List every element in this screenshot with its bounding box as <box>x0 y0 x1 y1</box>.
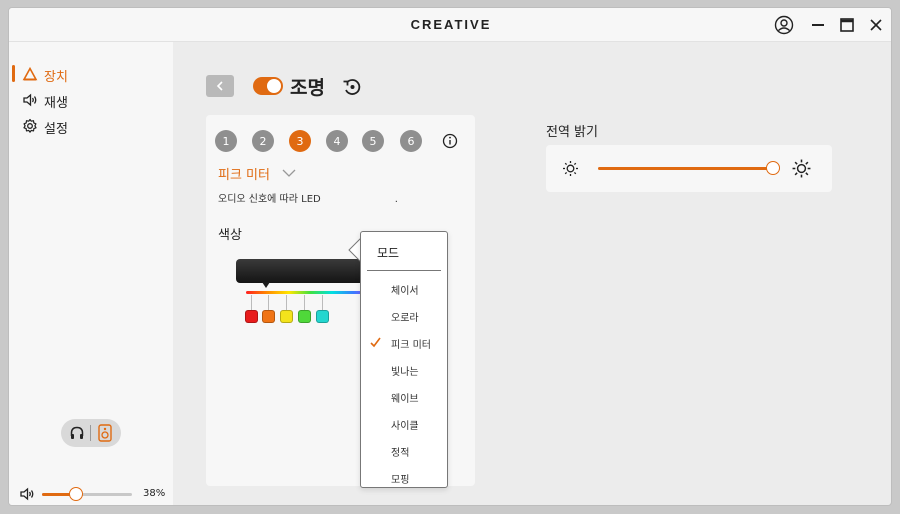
soundbar-pointer <box>262 282 270 288</box>
dropdown-option-label: 체이서 <box>391 286 419 297</box>
headphones-icon <box>70 426 84 439</box>
volume-slider-track[interactable] <box>42 493 132 496</box>
zone-button-2[interactable]: 2 <box>252 130 274 152</box>
sun-large-icon <box>792 159 811 178</box>
mode-description-tail: . <box>394 194 398 205</box>
gear-icon <box>23 118 37 133</box>
mode-select[interactable]: 피크 미터 <box>218 164 270 183</box>
chevron-left-icon <box>216 81 223 91</box>
color-swatch[interactable] <box>316 310 329 323</box>
sidebar-item-settings[interactable]: 설정 <box>9 115 173 137</box>
dropdown-option[interactable]: 빛나는 <box>361 359 447 381</box>
sidebar-item-label: 장치 <box>44 70 68 85</box>
brightness-card <box>546 145 832 192</box>
dropdown-header: 모드 <box>377 246 400 260</box>
mode-description-text: 오디오 신호에 따라 LED <box>218 194 321 205</box>
color-swatch[interactable] <box>298 310 311 323</box>
dropdown-option[interactable]: 사이클 <box>361 413 447 435</box>
close-icon <box>870 19 882 31</box>
swatch-stem <box>286 295 287 310</box>
dropdown-option-label: 모핑 <box>391 475 410 486</box>
minimize-button[interactable] <box>807 14 829 36</box>
zone-button-1[interactable]: 1 <box>215 130 237 152</box>
dropdown-option[interactable]: 모핑 <box>361 467 447 489</box>
main-content: 조명 1 2 3 4 5 6 피크 미터 오디오 신호에 따라 LED. 색상 … <box>173 42 891 505</box>
dropdown-option[interactable]: 정적 <box>361 440 447 462</box>
page-title: 조명 <box>290 77 325 99</box>
volume-icon <box>20 487 34 501</box>
color-swatch[interactable] <box>245 310 258 323</box>
dropdown-option-label: 정적 <box>391 448 410 459</box>
swatch-stem <box>304 295 305 310</box>
dropdown-option[interactable]: 웨이브 <box>361 386 447 408</box>
user-icon <box>774 15 794 35</box>
maximize-icon <box>840 18 854 32</box>
lighting-panel: 1 2 3 4 5 6 피크 미터 오디오 신호에 따라 LED. 색상 모드 … <box>206 115 475 488</box>
brightness-label: 전역 밝기 <box>546 125 598 140</box>
volume-value: 38% <box>143 488 166 499</box>
sun-small-icon <box>563 161 578 176</box>
mode-description: 오디오 신호에 따라 LED. <box>218 190 398 205</box>
reset-icon[interactable] <box>341 76 363 98</box>
swatch-stem <box>322 295 323 310</box>
title-bar: CREATIVE <box>9 8 891 42</box>
dropdown-option[interactable]: 오로라 <box>361 305 447 327</box>
dropdown-option-label: 오로라 <box>391 313 419 324</box>
mode-dropdown: 모드 체이서오로라피크 미터빛나는웨이브사이클정적모핑 <box>360 231 448 488</box>
back-button[interactable] <box>206 75 234 97</box>
minimize-icon <box>812 24 824 26</box>
sidebar: 장치 재생 설정 38% <box>9 42 173 505</box>
color-swatch[interactable] <box>262 310 275 323</box>
color-swatch[interactable] <box>280 310 293 323</box>
color-heading: 색상 <box>218 228 242 243</box>
app-window: CREATIVE 장치 재생 설정 38% 조명 1 2 3 4 5 6 피크 … <box>8 7 892 506</box>
dropdown-option-label: 피크 미터 <box>391 340 431 351</box>
sidebar-item-device[interactable]: 장치 <box>9 63 173 85</box>
sidebar-item-playback[interactable]: 재생 <box>9 89 173 111</box>
sidebar-item-label: 재생 <box>44 96 68 111</box>
info-icon[interactable] <box>441 132 459 150</box>
dropdown-option[interactable]: 피크 미터 <box>361 332 447 354</box>
sidebar-item-label: 설정 <box>44 122 68 137</box>
master-volume: 38% <box>9 482 173 505</box>
chevron-down-icon[interactable] <box>282 168 296 178</box>
dropdown-option-label: 웨이브 <box>391 394 419 405</box>
brand-logo: CREATIVE <box>410 17 492 32</box>
account-button[interactable] <box>773 14 795 36</box>
toggle-divider <box>90 425 91 441</box>
zone-button-5[interactable]: 5 <box>362 130 384 152</box>
dropdown-option-label: 사이클 <box>391 421 419 432</box>
dropdown-option-label: 빛나는 <box>391 367 419 378</box>
zone-button-4[interactable]: 4 <box>326 130 348 152</box>
brightness-slider-thumb[interactable] <box>766 161 780 175</box>
check-icon <box>370 337 381 348</box>
volume-slider-thumb[interactable] <box>69 487 84 501</box>
dropdown-divider <box>367 270 441 271</box>
brightness-slider-track[interactable] <box>598 167 773 170</box>
swatch-stem <box>251 295 252 310</box>
zone-button-3[interactable]: 3 <box>289 130 311 152</box>
speaker-triangle-icon <box>22 66 38 81</box>
lighting-toggle[interactable] <box>253 77 283 95</box>
output-device-toggle[interactable] <box>61 419 121 447</box>
dropdown-option[interactable]: 체이서 <box>361 278 447 300</box>
volume-icon <box>23 93 37 107</box>
zone-button-6[interactable]: 6 <box>400 130 422 152</box>
maximize-button[interactable] <box>836 14 858 36</box>
swatch-stem <box>268 295 269 310</box>
speaker-icon <box>98 424 112 442</box>
close-button[interactable] <box>865 14 887 36</box>
